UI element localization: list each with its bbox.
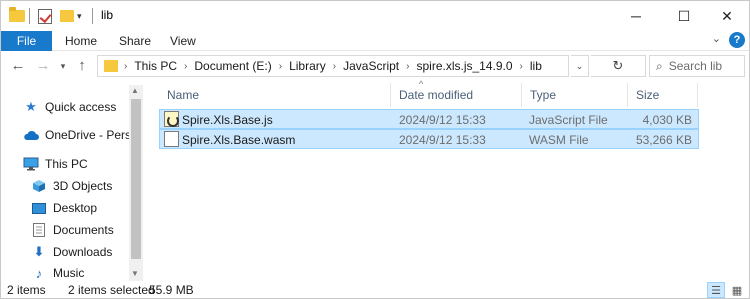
breadcrumb-lib[interactable]: lib [530,59,542,73]
breadcrumb-document-e[interactable]: Document (E:) [194,59,271,73]
scroll-down-icon[interactable]: ▼ [131,269,139,278]
details-view-icon[interactable]: ☰ [707,282,725,298]
sep2 [92,7,93,25]
file-size: 53,266 KB [635,133,692,147]
nav-item-downloads[interactable]: ⬇ Downloads [31,242,113,262]
search-box[interactable]: ⌕ Search lib [649,55,745,77]
window-title: lib [101,8,114,22]
status-bar: 2 items 2 items selected 55.9 MB ☰ ▦ [1,281,749,299]
breadcrumb-library[interactable]: Library [289,59,326,73]
title-bar: ▾ lib ─ ☐ ✕ [1,1,749,31]
scrollbar-thumb[interactable] [131,99,141,259]
nav-item-documents[interactable]: Documents [31,220,114,240]
nav-item-label: This PC [45,157,88,171]
folder-icon [9,7,25,25]
nav-item-onedrive[interactable]: OneDrive - Person [23,125,129,145]
desktop-icon [31,200,47,216]
star-icon: ★ [25,99,37,114]
file-icon [164,131,179,147]
tab-view[interactable]: View [170,34,196,48]
nav-scrollbar[interactable]: ▲ ▼ [129,85,143,281]
status-selected-count: 2 items selected [68,283,155,297]
cloud-icon [23,127,39,143]
column-header-size[interactable]: Size [628,83,698,107]
file-name: Spire.Xls.Base.wasm [182,133,296,147]
chevron-right-icon[interactable]: › [406,61,409,72]
music-icon: ♪ [35,265,43,281]
scroll-up-icon[interactable]: ▲ [131,86,139,95]
address-dropdown-icon[interactable]: ⌄ [571,55,589,77]
navigation-bar: ← → ▾ ↑ › This PC › Document (E:) › Libr… [1,51,749,81]
nav-item-music[interactable]: ♪ Music [31,263,85,283]
explorer-window: ▾ lib ─ ☐ ✕ File Home Share View ⌄ ? ← →… [0,0,750,299]
chevron-right-icon[interactable]: › [333,61,336,72]
large-icons-view-icon[interactable]: ▦ [728,282,746,298]
search-icon: ⌕ [656,58,663,73]
tab-share[interactable]: Share [119,34,151,48]
nav-item-label: 3D Objects [53,179,113,193]
file-type: WASM File [529,133,589,147]
file-row[interactable]: Spire.Xls.Base.js 2024/9/12 15:33 JavaSc… [159,109,699,129]
address-bar[interactable]: › This PC › Document (E:) › Library › Ja… [97,55,569,77]
forward-arrow-icon[interactable]: → [34,57,52,74]
maximize-button[interactable]: ☐ [661,1,707,31]
chevron-right-icon[interactable]: › [520,61,523,72]
breadcrumb-spire-xls[interactable]: spire.xls.js_14.9.0 [416,59,512,73]
file-date: 2024/9/12 15:33 [399,133,486,147]
chevron-right-icon[interactable]: › [124,61,127,72]
nav-item-label: Downloads [53,245,113,259]
up-arrow-icon[interactable]: ↑ [73,57,91,74]
file-row[interactable]: Spire.Xls.Base.wasm 2024/9/12 15:33 WASM… [159,129,699,149]
nav-item-3d-objects[interactable]: 3D Objects [31,176,112,196]
close-button[interactable]: ✕ [704,1,750,31]
computer-icon [23,156,39,172]
nav-item-desktop[interactable]: Desktop [31,198,97,218]
nav-item-quick-access[interactable]: ★ Quick access [23,97,116,117]
documents-icon [31,222,47,238]
customize-quick-access-icon[interactable]: ▾ [77,7,82,25]
breadcrumb-this-pc[interactable]: This PC [134,59,177,73]
nav-item-label: Documents [53,223,114,237]
sep [29,7,30,25]
download-icon: ⬇ [33,244,45,259]
help-icon[interactable]: ? [729,32,745,48]
file-size: 4,030 KB [642,113,692,127]
column-header-date-modified[interactable]: Date modified [391,83,522,107]
ribbon-tabs: File Home Share View ⌄ ? [1,31,749,51]
new-folder-icon[interactable] [60,7,74,25]
refresh-icon[interactable]: ↻ [591,55,646,77]
column-header-name[interactable]: Name [159,83,391,107]
nav-item-label: OneDrive - Person [45,128,129,142]
tab-home[interactable]: Home [65,34,97,48]
back-arrow-icon[interactable]: ← [9,57,27,74]
file-list: ^ Name Date modified Type Size Spire.Xls… [151,79,749,281]
search-input[interactable]: Search lib [669,59,722,73]
nav-item-this-pc[interactable]: This PC [23,154,88,174]
file-name: Spire.Xls.Base.js [182,113,273,127]
minimize-button[interactable]: ─ [613,1,659,31]
nav-item-label: Music [53,266,85,280]
tab-file[interactable]: File [1,31,52,51]
status-selected-size: 55.9 MB [149,283,194,297]
chevron-right-icon[interactable]: › [279,61,282,72]
file-date: 2024/9/12 15:33 [399,113,486,127]
nav-item-label: Desktop [53,201,98,215]
file-type: JavaScript File [529,113,608,127]
column-header-type[interactable]: Type [522,83,628,107]
status-item-count: 2 items [7,283,46,297]
chevron-right-icon[interactable]: › [184,61,187,72]
expand-ribbon-icon[interactable]: ⌄ [712,32,721,45]
breadcrumb-javascript[interactable]: JavaScript [343,59,399,73]
cube-icon [31,178,47,194]
javascript-file-icon [164,111,179,127]
properties-icon[interactable] [38,7,52,25]
nav-item-label: Quick access [45,100,117,114]
recent-locations-icon[interactable]: ▾ [54,61,72,72]
navigation-pane: ★ Quick access OneDrive - Person This PC… [1,85,143,281]
folder-icon [104,60,118,72]
